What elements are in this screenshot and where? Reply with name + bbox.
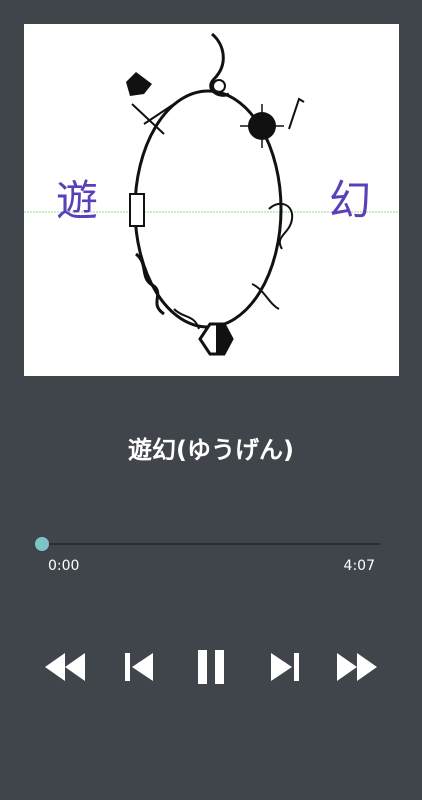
total-duration: 4:07	[343, 558, 375, 574]
previous-track-button[interactable]	[112, 640, 166, 694]
pause-button[interactable]	[184, 640, 238, 694]
fast-forward-icon	[337, 653, 377, 681]
pause-icon	[198, 650, 224, 684]
fast-forward-button[interactable]	[330, 640, 384, 694]
elapsed-time: 0:00	[48, 558, 80, 574]
album-art-kanji-right: 幻	[329, 176, 372, 225]
rewind-button[interactable]	[38, 640, 92, 694]
skip-next-icon	[271, 653, 299, 681]
album-art: 遊 幻	[24, 24, 399, 376]
seek-track	[42, 543, 380, 545]
next-track-button[interactable]	[258, 640, 312, 694]
skip-previous-icon	[125, 653, 153, 681]
album-art-kanji-left: 遊	[56, 176, 99, 225]
track-title: 遊幻(ゆうげん)	[128, 436, 294, 464]
playback-controls	[0, 640, 422, 694]
fast-rewind-icon	[45, 653, 85, 681]
seek-bar[interactable]	[35, 534, 380, 554]
seek-thumb[interactable]	[35, 537, 49, 551]
